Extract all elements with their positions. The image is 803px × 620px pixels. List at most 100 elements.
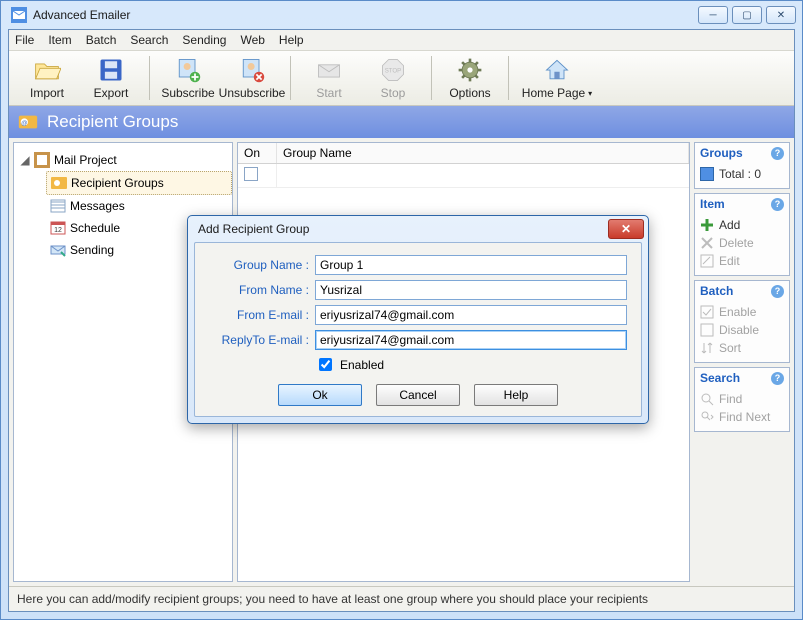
label-from-email: From E-mail : — [209, 308, 315, 322]
bullet-icon — [700, 167, 714, 181]
help-icon[interactable]: ? — [771, 198, 784, 211]
tree-messages[interactable]: Messages — [46, 195, 232, 217]
export-label: Export — [94, 86, 129, 100]
group-name-field[interactable] — [315, 255, 627, 275]
stop-button[interactable]: STOP Stop — [365, 53, 421, 103]
uncheck-icon — [700, 323, 714, 337]
panel-groups: Groups? Total : 0 — [694, 142, 790, 189]
homepage-label: Home Page — [522, 86, 585, 100]
minimize-button[interactable]: ─ — [698, 6, 728, 24]
panel-item: Item? Add Delete Edit — [694, 193, 790, 276]
main-window: Advanced Emailer ─ ▢ ✕ File Item Batch S… — [0, 0, 803, 620]
toolbar: Import Export Subscribe Unsubscribe Star… — [9, 51, 794, 106]
tree-root-label: Mail Project — [54, 153, 117, 167]
tree-root[interactable]: ◢ Mail Project — [20, 149, 232, 171]
enabled-label: Enabled — [340, 358, 384, 372]
search-next-icon — [700, 410, 714, 424]
help-button[interactable]: Help — [474, 384, 558, 406]
menu-web[interactable]: Web — [240, 33, 264, 47]
groups-total: Total : 0 — [719, 167, 761, 181]
project-icon — [34, 152, 50, 168]
options-label: Options — [449, 86, 490, 100]
col-group-name[interactable]: Group Name — [277, 143, 689, 163]
label-replyto: ReplyTo E-mail : — [209, 333, 315, 347]
export-button[interactable]: Export — [83, 53, 139, 103]
user-add-icon — [174, 56, 202, 84]
side-panels: Groups? Total : 0 Item? Add Delete Edit … — [694, 142, 790, 582]
col-on[interactable]: On — [238, 143, 277, 163]
stop-sign-icon: STOP — [379, 56, 407, 84]
tree-recipient-groups[interactable]: Recipient Groups — [46, 171, 232, 195]
dialog-title: Add Recipient Group — [192, 222, 608, 236]
panel-batch: Batch? Enable Disable Sort — [694, 280, 790, 363]
app-title: Advanced Emailer — [33, 8, 698, 22]
options-button[interactable]: Options — [442, 53, 498, 103]
section-header: @ Recipient Groups — [9, 106, 794, 138]
search-find: Find — [700, 390, 784, 408]
unsubscribe-button[interactable]: Unsubscribe — [224, 53, 280, 103]
panel-item-title: Item — [700, 197, 725, 211]
close-button[interactable]: ✕ — [766, 6, 796, 24]
subscribe-button[interactable]: Subscribe — [160, 53, 216, 103]
calendar-icon: 12 — [50, 220, 66, 236]
user-remove-icon — [238, 56, 266, 84]
start-label: Start — [316, 86, 341, 100]
sort-icon — [700, 341, 714, 355]
panel-search: Search? Find Find Next — [694, 367, 790, 432]
batch-enable: Enable — [700, 303, 784, 321]
import-button[interactable]: Import — [19, 53, 75, 103]
enabled-checkbox-input[interactable] — [319, 358, 332, 371]
ok-button[interactable]: Ok — [278, 384, 362, 406]
stop-label: Stop — [381, 86, 406, 100]
item-delete: Delete — [700, 234, 784, 252]
x-icon — [700, 236, 714, 250]
menu-search[interactable]: Search — [130, 33, 168, 47]
menu-help[interactable]: Help — [279, 33, 304, 47]
menu-item[interactable]: Item — [48, 33, 71, 47]
label-from-name: From Name : — [209, 283, 315, 297]
svg-text:@: @ — [21, 120, 28, 127]
tree-sending-label: Sending — [70, 243, 114, 257]
status-bar: Here you can add/modify recipient groups… — [9, 586, 794, 611]
edit-icon — [700, 254, 714, 268]
titlebar: Advanced Emailer ─ ▢ ✕ — [1, 1, 802, 29]
floppy-icon — [97, 56, 125, 84]
app-icon — [11, 7, 27, 23]
item-add[interactable]: Add — [700, 216, 784, 234]
replyto-email-field[interactable] — [315, 330, 627, 350]
chevron-down-icon: ▾ — [588, 89, 592, 98]
from-name-field[interactable] — [315, 280, 627, 300]
dialog-close-button[interactable]: ✕ — [608, 219, 644, 239]
tree-messages-label: Messages — [70, 199, 125, 213]
enabled-checkbox[interactable]: Enabled — [315, 355, 384, 374]
start-button[interactable]: Start — [301, 53, 357, 103]
cancel-button[interactable]: Cancel — [376, 384, 460, 406]
search-find-next: Find Next — [700, 408, 784, 426]
unsubscribe-label: Unsubscribe — [219, 86, 286, 100]
batch-sort: Sort — [700, 339, 784, 357]
menu-batch[interactable]: Batch — [86, 33, 117, 47]
menu-bar: File Item Batch Search Sending Web Help — [9, 30, 794, 51]
homepage-button[interactable]: Home Page▾ — [519, 53, 595, 103]
search-icon — [700, 392, 714, 406]
table-row[interactable] — [238, 164, 689, 188]
folder-open-icon — [33, 56, 61, 84]
help-icon[interactable]: ? — [771, 285, 784, 298]
help-icon[interactable]: ? — [771, 372, 784, 385]
tree-recipient-groups-label: Recipient Groups — [71, 176, 164, 190]
collapse-icon[interactable]: ◢ — [20, 153, 30, 167]
help-icon[interactable]: ? — [771, 147, 784, 160]
from-email-field[interactable] — [315, 305, 627, 325]
dialog-titlebar[interactable]: Add Recipient Group ✕ — [188, 216, 648, 242]
panel-groups-title: Groups — [700, 146, 743, 160]
recipient-groups-icon: @ — [17, 111, 39, 133]
menu-file[interactable]: File — [15, 33, 34, 47]
menu-sending[interactable]: Sending — [182, 33, 226, 47]
envelope-send-icon — [315, 56, 343, 84]
add-recipient-group-dialog: Add Recipient Group ✕ Group Name : From … — [187, 215, 649, 424]
row-checkbox[interactable] — [244, 167, 258, 181]
status-text: Here you can add/modify recipient groups… — [17, 592, 648, 606]
subscribe-label: Subscribe — [161, 86, 214, 100]
panel-search-title: Search — [700, 371, 740, 385]
maximize-button[interactable]: ▢ — [732, 6, 762, 24]
